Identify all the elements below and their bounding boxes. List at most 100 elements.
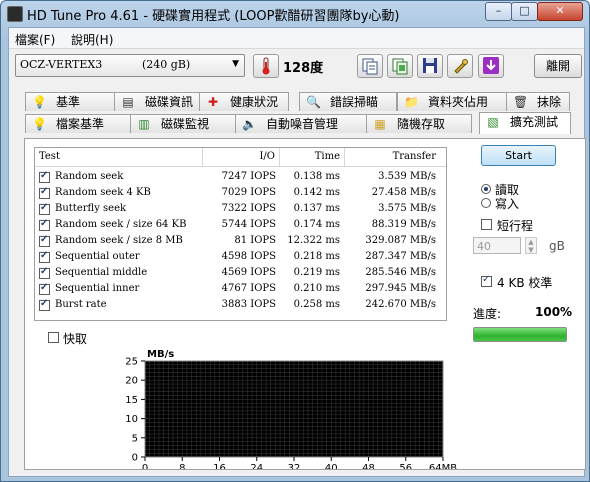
tab-random-access[interactable]: ▦ 隨機存取 xyxy=(366,114,472,133)
test-name: Random seek / size 8 MB xyxy=(55,235,183,246)
row-checkbox[interactable] xyxy=(39,202,50,215)
row-checkbox[interactable] xyxy=(39,234,50,247)
read-radio[interactable] xyxy=(481,184,491,194)
transfer-value: 242.670 MB/s xyxy=(365,299,436,310)
start-button[interactable]: Start xyxy=(481,145,556,166)
maximize-button[interactable]: □ xyxy=(511,2,538,21)
table-row[interactable]: Random seek 4 KB 7029 IOPS 0.142 ms 27.4… xyxy=(35,186,446,202)
time-value: 0.219 ms xyxy=(293,267,340,278)
tab-label: 檔案基準 xyxy=(56,117,105,131)
transfer-value: 297.945 MB/s xyxy=(365,283,436,294)
row-checkbox[interactable] xyxy=(39,266,50,279)
row-checkbox[interactable] xyxy=(39,170,50,183)
table-row[interactable]: Sequential middle 4569 IOPS 0.219 ms 285… xyxy=(35,266,446,282)
transfer-value: 3.575 MB/s xyxy=(378,203,436,214)
minimize-button[interactable]: – xyxy=(485,2,512,21)
write-radio[interactable] xyxy=(481,198,491,208)
col-header-test[interactable]: Test xyxy=(35,148,203,167)
col-header-transfer[interactable]: Transfer xyxy=(345,148,446,167)
chart-x-tick-label: 56 xyxy=(399,463,412,469)
health-cross-icon: ✚ xyxy=(207,95,219,109)
col-header-time[interactable]: Time xyxy=(280,148,345,167)
row-checkbox[interactable] xyxy=(39,186,50,199)
chart-y-tick-label: 15 xyxy=(125,395,138,406)
time-value: 0.258 ms xyxy=(293,299,340,310)
download-button[interactable] xyxy=(478,54,504,78)
temperature-button[interactable] xyxy=(253,54,279,78)
transfer-value: 27.458 MB/s xyxy=(371,187,436,198)
tab-file-benchmark[interactable]: 💡 檔案基準 xyxy=(25,114,131,133)
time-value: 0.137 ms xyxy=(293,203,340,214)
test-name: Sequential middle xyxy=(55,267,148,278)
short-stroke-length-input[interactable]: 40 xyxy=(473,237,521,254)
chart-y-tick-label: 20 xyxy=(125,376,138,387)
time-value: 0.218 ms xyxy=(293,251,340,262)
chart-x-tick-label: 64MB xyxy=(429,463,457,469)
drive-select[interactable]: OCZ-VERTEX3 (240 gB) ▼ xyxy=(15,54,245,77)
short-stroke-checkbox[interactable] xyxy=(481,219,492,230)
tab-benchmark[interactable]: 💡 基準 xyxy=(25,92,115,111)
table-row[interactable]: Random seek 7247 IOPS 0.138 ms 3.539 MB/… xyxy=(35,170,446,186)
tab-disk-monitor[interactable]: ▥ 磁碟監視 xyxy=(130,114,236,133)
row-checkbox[interactable] xyxy=(39,298,50,311)
table-row[interactable]: Butterfly seek 7322 IOPS 0.137 ms 3.575 … xyxy=(35,202,446,218)
io-value: 7029 IOPS xyxy=(221,187,276,198)
copy-icon xyxy=(362,58,378,75)
test-name: Random seek / size 64 KB xyxy=(55,219,187,230)
chart-y-tick-label: 5 xyxy=(132,433,138,444)
tab-erase[interactable]: 🗑 抹除 xyxy=(506,92,570,111)
transfer-value: 287.347 MB/s xyxy=(365,251,436,262)
chart-x-tick-label: 48 xyxy=(362,463,375,469)
lightbulb-icon: 💡 xyxy=(32,95,47,109)
row-checkbox[interactable] xyxy=(39,218,50,231)
title-bar[interactable]: HD Tune Pro 4.61 - 硬碟實用程式 (LOOP歡醋研習團隊by心… xyxy=(1,1,589,27)
extra-tests-icon: ▧ xyxy=(487,115,499,129)
chart-x-tick-label: 40 xyxy=(325,463,338,469)
speaker-icon: 🔈 xyxy=(242,117,257,131)
time-value: 12.322 ms xyxy=(287,235,340,246)
align-4kb-checkbox[interactable] xyxy=(481,274,492,287)
copy-info-button[interactable] xyxy=(357,54,383,78)
tab-error-scan[interactable]: 🔍 錯誤掃瞄 xyxy=(299,92,397,111)
scan-icon: 🔍 xyxy=(306,95,321,109)
chart-x-tick-label: 8 xyxy=(179,463,185,469)
info-icon: ▤ xyxy=(122,95,134,109)
client-area: 檔案(F) 說明(H) OCZ-VERTEX3 (240 gB) ▼ 128度 xyxy=(8,27,586,477)
tab-folder-usage[interactable]: 📁 資料夾佔用 xyxy=(397,92,507,111)
time-value: 0.142 ms xyxy=(293,187,340,198)
exit-button[interactable]: 離開 xyxy=(534,54,582,78)
chart-y-tick-label: 0 xyxy=(132,453,138,464)
tab-label: 磁碟資訊 xyxy=(145,95,194,109)
extra-tests-panel: Test I/O Time Transfer Random seek 7247 … xyxy=(24,138,586,470)
tab-aam[interactable]: 🔈 自動噪音管理 xyxy=(235,114,367,133)
io-value: 5744 IOPS xyxy=(221,219,276,230)
tab-disk-info[interactable]: ▤ 磁碟資訊 xyxy=(114,92,208,111)
row-checkbox[interactable] xyxy=(39,282,50,295)
temperature-readout: 128度 xyxy=(283,61,324,76)
align-4kb-label: 4 KB 校準 xyxy=(497,276,553,290)
options-button[interactable] xyxy=(447,54,473,78)
copy-screenshot-button[interactable] xyxy=(387,54,413,78)
tab-extra-tests[interactable]: ▧ 擴充測試 xyxy=(479,112,571,134)
wrench-icon xyxy=(454,59,468,74)
test-name: Sequential outer xyxy=(55,251,140,262)
chart-x-tick-label: 24 xyxy=(250,463,263,469)
io-value: 7247 IOPS xyxy=(221,171,276,182)
close-button[interactable]: ✕ xyxy=(537,2,583,21)
table-row[interactable]: Sequential inner 4767 IOPS 0.210 ms 297.… xyxy=(35,282,446,298)
progress-bar xyxy=(473,327,567,342)
table-row[interactable]: Random seek / size 8 MB 81 IOPS 12.322 m… xyxy=(35,234,446,250)
row-checkbox[interactable] xyxy=(39,250,50,263)
monitor-icon: ▥ xyxy=(138,117,150,131)
menu-help[interactable]: 說明(H) xyxy=(71,31,113,48)
table-row[interactable]: Sequential outer 4598 IOPS 0.218 ms 287.… xyxy=(35,250,446,266)
menu-bar: 檔案(F) 說明(H) xyxy=(9,28,584,49)
save-button[interactable] xyxy=(417,54,443,78)
col-header-io[interactable]: I/O xyxy=(203,148,280,167)
length-spinner[interactable]: ▲ ▼ xyxy=(525,237,537,254)
tab-health[interactable]: ✚ 健康狀況 xyxy=(199,92,289,111)
table-row[interactable]: Burst rate 3883 IOPS 0.258 ms 242.670 MB… xyxy=(35,298,446,314)
chevron-down-icon: ▼ xyxy=(232,59,239,69)
table-row[interactable]: Random seek / size 64 KB 5744 IOPS 0.174… xyxy=(35,218,446,234)
menu-file[interactable]: 檔案(F) xyxy=(15,31,55,48)
